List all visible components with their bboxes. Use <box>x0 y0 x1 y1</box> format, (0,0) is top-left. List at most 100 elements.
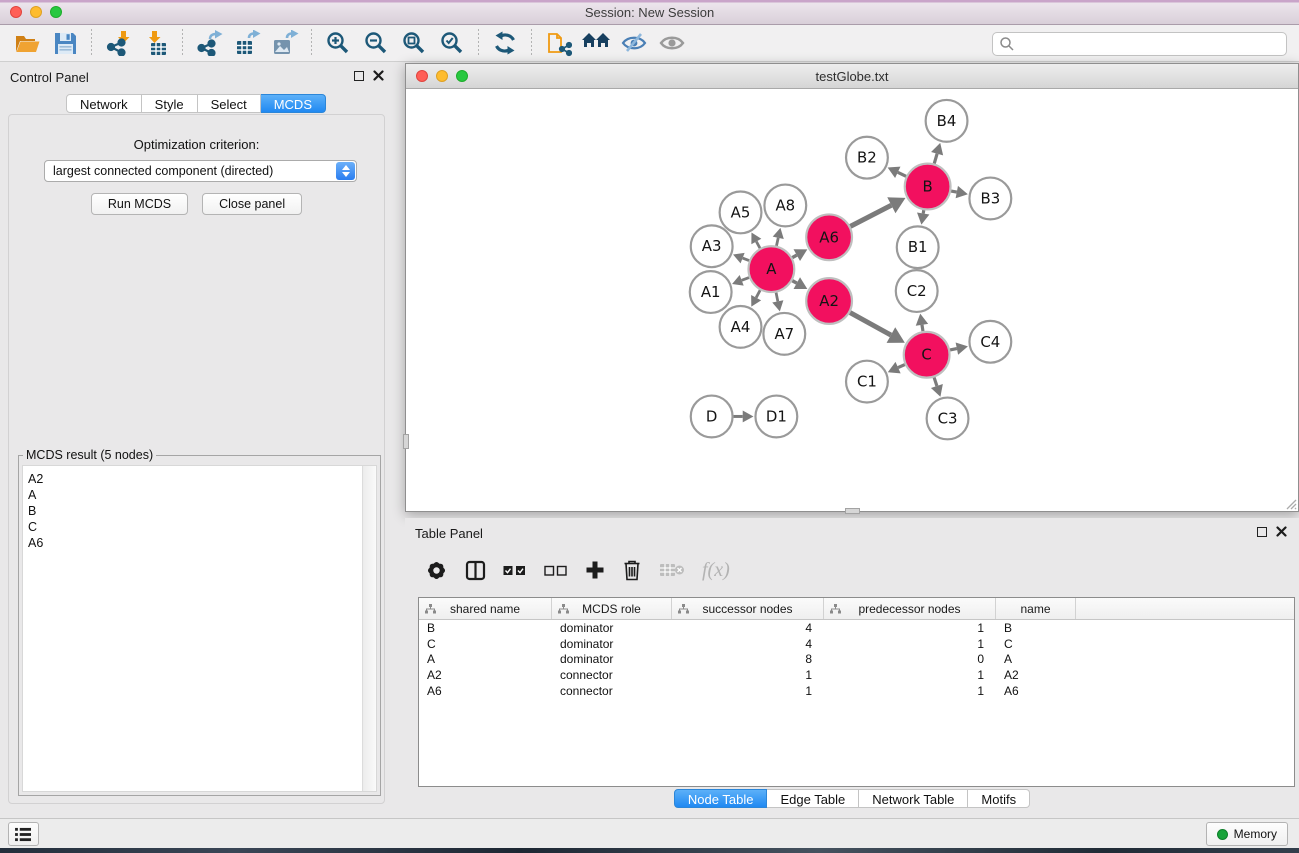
table-row: B dominator 4 1 B <box>419 620 1294 636</box>
cell-successor-nodes[interactable]: 1 <box>672 684 824 698</box>
delete-column-trash-icon[interactable] <box>622 559 642 581</box>
column-header-shared-name[interactable]: shared name <box>419 598 552 619</box>
float-panel-icon[interactable] <box>354 71 364 81</box>
graph-edge-A-A3 <box>743 258 749 260</box>
export-network-icon[interactable] <box>190 27 228 59</box>
mcds-result-list[interactable]: A2 A B C A6 <box>22 465 377 792</box>
run-mcds-button[interactable]: Run MCDS <box>91 193 188 215</box>
task-history-button[interactable] <box>8 822 39 846</box>
zoom-fit-icon[interactable] <box>395 27 433 59</box>
task-list-icon <box>15 827 32 842</box>
graph-edge-A-A6 <box>792 255 796 257</box>
column-header-predecessor-nodes[interactable]: predecessor nodes <box>824 598 996 619</box>
export-image-icon[interactable] <box>266 27 304 59</box>
graph-edge-B-B4 <box>934 154 937 164</box>
desktop-wallpaper-strip <box>0 848 1299 853</box>
close-table-panel-icon[interactable] <box>1276 526 1287 537</box>
cell-predecessor-nodes[interactable]: 1 <box>824 668 996 682</box>
table-settings-gear-icon[interactable] <box>425 559 448 582</box>
refresh-view-icon[interactable] <box>486 27 524 59</box>
graph-edge-arrowhead <box>773 228 784 239</box>
graph-node-label-A4: A4 <box>731 318 751 336</box>
create-column-plus-icon[interactable] <box>585 560 605 580</box>
cell-mcds-role[interactable]: connector <box>552 684 672 698</box>
delete-table-icon-disabled <box>659 561 685 579</box>
memory-button[interactable]: Memory <box>1206 822 1288 846</box>
graph-edge-B-B3 <box>951 191 957 192</box>
close-panel-button[interactable]: Close panel <box>202 193 302 215</box>
cell-successor-nodes[interactable]: 1 <box>672 668 824 682</box>
cell-shared-name[interactable]: C <box>419 637 552 651</box>
cell-shared-name[interactable]: A <box>419 652 552 666</box>
show-panels-eye-icon[interactable] <box>653 27 691 59</box>
cell-predecessor-nodes[interactable]: 1 <box>824 621 996 635</box>
pane-divider-handle[interactable] <box>403 434 409 449</box>
zoom-selected-icon[interactable] <box>433 27 471 59</box>
tab-network[interactable]: Network <box>66 94 142 113</box>
tab-edge-table[interactable]: Edge Table <box>767 789 859 808</box>
optimization-criterion-select[interactable]: largest connected component (directed) <box>44 160 357 182</box>
control-panel-tabs: Network Style Select MCDS <box>0 94 392 113</box>
show-columns-icon[interactable] <box>465 560 486 581</box>
pane-divider-handle[interactable] <box>845 508 860 514</box>
cell-predecessor-nodes[interactable]: 0 <box>824 652 996 666</box>
graph-edge-A-A4 <box>756 290 760 297</box>
cell-mcds-role[interactable]: dominator <box>552 637 672 651</box>
cell-shared-name[interactable]: A6 <box>419 684 552 698</box>
tab-select[interactable]: Select <box>198 94 261 113</box>
export-table-icon[interactable] <box>228 27 266 59</box>
cell-name[interactable]: C <box>996 637 1076 651</box>
new-network-from-selection-icon[interactable] <box>539 27 577 59</box>
cell-successor-nodes[interactable]: 4 <box>672 621 824 635</box>
result-list-scrollbar[interactable] <box>362 466 376 791</box>
deselect-all-rows-icon[interactable] <box>544 565 568 576</box>
network-window-titlebar[interactable]: testGlobe.txt <box>406 64 1298 89</box>
toolbar-separator <box>478 29 479 57</box>
column-header-mcds-role[interactable]: MCDS role <box>552 598 672 619</box>
tab-style[interactable]: Style <box>142 94 198 113</box>
import-network-icon[interactable] <box>99 27 137 59</box>
table-row: A6 connector 1 1 A6 <box>419 683 1294 699</box>
graph-edge-arrowhead <box>772 300 783 311</box>
cell-name[interactable]: A <box>996 652 1076 666</box>
save-session-icon[interactable] <box>46 27 84 59</box>
graph-node-label-C: C <box>921 346 931 364</box>
tab-network-table[interactable]: Network Table <box>859 789 968 808</box>
graph-node-label-A: A <box>766 260 777 278</box>
cell-name[interactable]: B <box>996 621 1076 635</box>
cell-name[interactable]: A6 <box>996 684 1076 698</box>
close-panel-icon[interactable] <box>373 70 384 81</box>
tab-node-table[interactable]: Node Table <box>674 789 768 808</box>
search-input[interactable] <box>1015 37 1286 51</box>
home-icon[interactable] <box>577 27 615 59</box>
column-header-successor-nodes[interactable]: successor nodes <box>672 598 824 619</box>
cell-successor-nodes[interactable]: 4 <box>672 637 824 651</box>
cell-predecessor-nodes[interactable]: 1 <box>824 684 996 698</box>
cell-successor-nodes[interactable]: 8 <box>672 652 824 666</box>
cell-mcds-role[interactable]: connector <box>552 668 672 682</box>
cell-name[interactable]: A2 <box>996 668 1076 682</box>
table-row: C dominator 4 1 C <box>419 636 1294 652</box>
cell-predecessor-nodes[interactable]: 1 <box>824 637 996 651</box>
network-canvas[interactable]: AA1A2A3A4A5A6A7A8BB1B2B3B4CC1C2C3C4DD1 <box>406 90 1298 511</box>
open-session-icon[interactable] <box>8 27 46 59</box>
cell-mcds-role[interactable]: dominator <box>552 621 672 635</box>
status-bar: Memory <box>0 818 1299 848</box>
cell-shared-name[interactable]: A2 <box>419 668 552 682</box>
network-view-window: testGlobe.txt AA1A2A3A4A5A6A7A8BB1B2B3B4… <box>405 63 1299 512</box>
float-table-panel-icon[interactable] <box>1257 527 1267 537</box>
tab-motifs[interactable]: Motifs <box>968 789 1030 808</box>
zoom-in-icon[interactable] <box>319 27 357 59</box>
select-all-rows-icon[interactable] <box>503 565 527 576</box>
resize-grip-icon[interactable] <box>1284 497 1297 510</box>
toolbar-separator <box>531 29 532 57</box>
cell-shared-name[interactable]: B <box>419 621 552 635</box>
cell-mcds-role[interactable]: dominator <box>552 652 672 666</box>
tab-mcds[interactable]: MCDS <box>261 94 326 113</box>
search-field[interactable] <box>992 32 1287 56</box>
column-header-name[interactable]: name <box>996 598 1076 619</box>
graph-edge-arrowhead <box>931 143 943 156</box>
zoom-out-icon[interactable] <box>357 27 395 59</box>
import-table-icon[interactable] <box>137 27 175 59</box>
hide-panels-eye-icon[interactable] <box>615 27 653 59</box>
